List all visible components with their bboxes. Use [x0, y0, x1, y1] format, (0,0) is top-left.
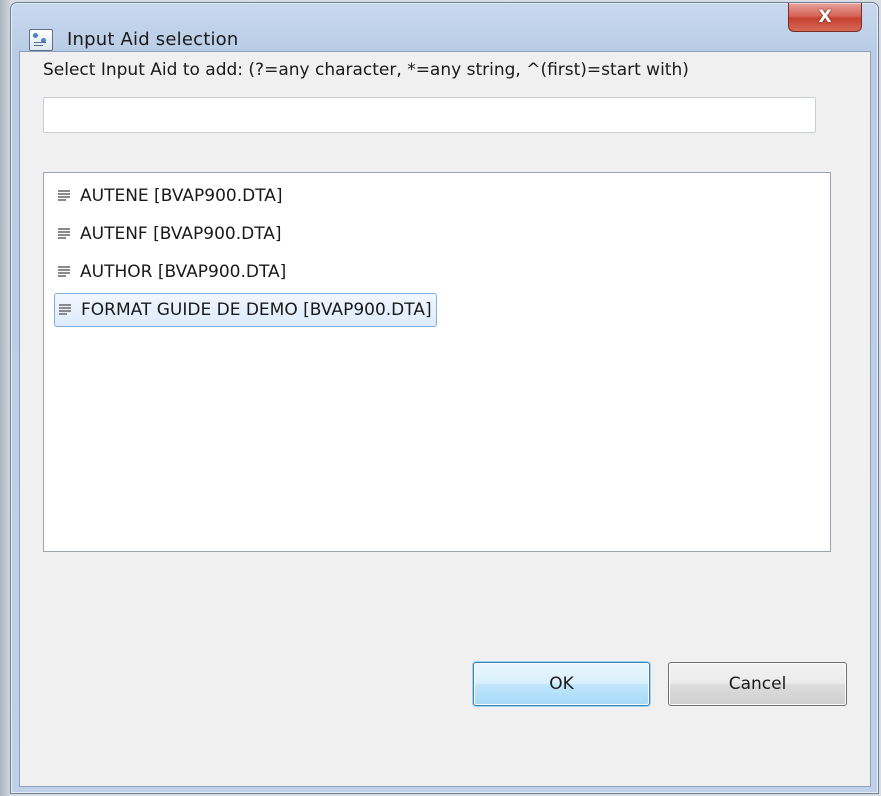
- window-title: Input Aid selection: [67, 29, 239, 50]
- app-icon-line: [34, 45, 43, 46]
- list-item-selected[interactable]: FORMAT GUIDE DE DEMO [BVAP900.DTA]: [54, 293, 437, 327]
- list-item-label: FORMAT GUIDE DE DEMO [BVAP900.DTA]: [81, 300, 432, 320]
- cancel-button[interactable]: Cancel: [668, 662, 847, 706]
- filter-input[interactable]: [43, 97, 816, 133]
- title-bar[interactable]: Input Aid selection X: [11, 3, 878, 51]
- list-item-label: AUTHOR [BVAP900.DTA]: [80, 262, 287, 282]
- background-edge: [0, 0, 10, 796]
- document-lines-icon: [58, 228, 72, 240]
- document-lines-icon: [59, 304, 73, 316]
- app-icon: [29, 29, 53, 51]
- app-icon-line: [34, 42, 46, 43]
- list-item[interactable]: AUTHOR [BVAP900.DTA]: [54, 255, 290, 289]
- list-item-label: AUTENF [BVAP900.DTA]: [80, 224, 282, 244]
- input-aid-list[interactable]: AUTENE [BVAP900.DTA] AUTENF [BVAP900.DTA…: [43, 172, 831, 552]
- app-icon-node: [33, 33, 38, 38]
- list-item[interactable]: AUTENE [BVAP900.DTA]: [54, 179, 287, 213]
- ok-button[interactable]: OK: [473, 662, 650, 706]
- document-lines-icon: [58, 190, 72, 202]
- list-item-label: AUTENE [BVAP900.DTA]: [80, 186, 283, 206]
- prompt-label: Select Input Aid to add: (?=any characte…: [43, 60, 689, 80]
- close-button[interactable]: X: [788, 3, 862, 32]
- list-item[interactable]: AUTENF [BVAP900.DTA]: [54, 217, 286, 251]
- close-icon: X: [818, 7, 832, 27]
- document-lines-icon: [58, 266, 72, 278]
